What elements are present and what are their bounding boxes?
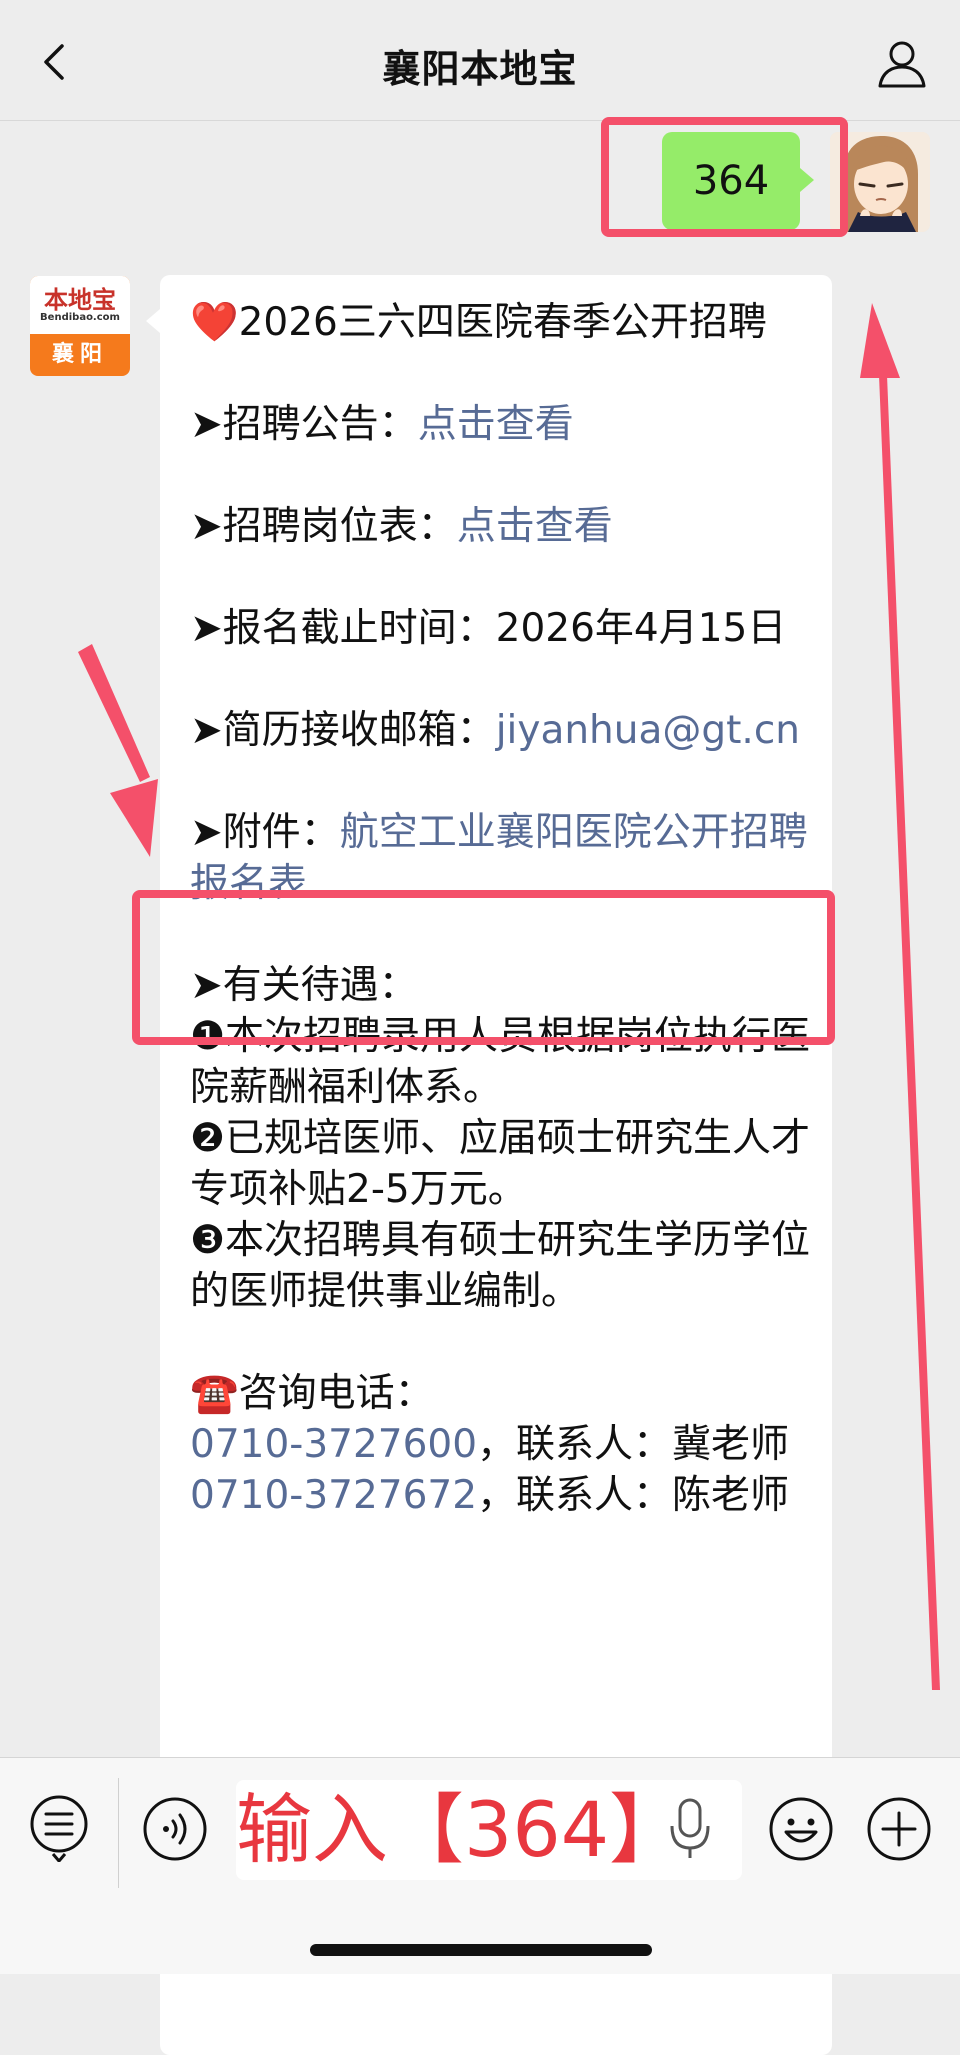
phone-link-1[interactable]: 0710-3727600 xyxy=(190,1422,477,1467)
avatar-site: Bendibao.com xyxy=(40,312,120,323)
voice-icon[interactable] xyxy=(142,1796,208,1862)
benefit-item-2: ❷已规培医师、应届硕士研究生人才专项补贴2-5万元。 xyxy=(190,1116,810,1212)
attachment-label: ➤附件： xyxy=(190,810,340,855)
contact-2: 0710-3727672，联系人：陈老师 xyxy=(190,1470,810,1521)
email-link[interactable]: jiyanhua@gt.cn xyxy=(496,708,800,753)
menu-list-icon[interactable] xyxy=(28,1794,90,1862)
contact-label: 咨询电话： xyxy=(238,1371,434,1416)
user-message-highlight xyxy=(601,117,848,237)
chat-title: 襄阳本地宝 xyxy=(382,47,578,91)
down-arrow-icon xyxy=(78,644,158,857)
positions-link[interactable]: 点击查看 xyxy=(457,504,613,549)
phone-link-2[interactable]: 0710-3727672 xyxy=(190,1473,477,1518)
message-title-line: ❤️2026三六四医院春季公开招聘 xyxy=(190,297,810,348)
up-arrow-icon xyxy=(860,303,940,1690)
input-overlay-text: 输入【364】 xyxy=(236,1785,686,1874)
contact-2-text: ，联系人：陈老师 xyxy=(477,1473,790,1518)
chat-header: 襄阳本地宝 xyxy=(0,0,960,121)
emoji-icon[interactable] xyxy=(768,1796,834,1862)
benefit-item-3: ❸本次招聘具有硕士研究生学历学位的医师提供事业编制。 xyxy=(190,1218,810,1314)
plus-icon[interactable] xyxy=(866,1796,932,1862)
telephone-icon: ☎️ xyxy=(190,1371,239,1416)
input-separator xyxy=(118,1778,119,1888)
deadline-line: ➤报名截止时间：2026年4月15日 xyxy=(190,606,787,651)
positions-label: ➤招聘岗位表： xyxy=(190,504,457,549)
attachment-highlight xyxy=(132,890,835,1045)
notice-link[interactable]: 点击查看 xyxy=(418,402,574,447)
avatar-brand: 本地宝 xyxy=(44,285,116,314)
message-input[interactable]: 输入【364】 xyxy=(236,1780,742,1880)
contact-1: 0710-3727600，联系人：冀老师 xyxy=(190,1419,810,1470)
email-label: ➤简历接收邮箱： xyxy=(190,708,496,753)
profile-icon[interactable] xyxy=(876,38,928,90)
contact-1-text: ，联系人：冀老师 xyxy=(477,1422,790,1467)
email-line: ➤简历接收邮箱：jiyanhua@gt.cn xyxy=(190,705,810,756)
notice-label: ➤招聘公告： xyxy=(190,402,418,447)
microphone-icon[interactable] xyxy=(668,1794,712,1864)
notice-line: ➤招聘公告：点击查看 xyxy=(190,399,810,450)
home-indicator[interactable] xyxy=(310,1944,652,1956)
input-bar: 输入【364】 xyxy=(0,1757,960,1974)
positions-line: ➤招聘岗位表：点击查看 xyxy=(190,501,810,552)
heart-icon: ❤️ xyxy=(190,300,239,345)
bendibao-avatar[interactable]: 本地宝 Bendibao.com 襄阳 xyxy=(30,276,130,376)
message-title: 2026三六四医院春季公开招聘 xyxy=(238,300,767,345)
avatar-city: 襄阳 xyxy=(51,342,108,367)
contact-line: ☎️咨询电话： xyxy=(190,1368,810,1419)
